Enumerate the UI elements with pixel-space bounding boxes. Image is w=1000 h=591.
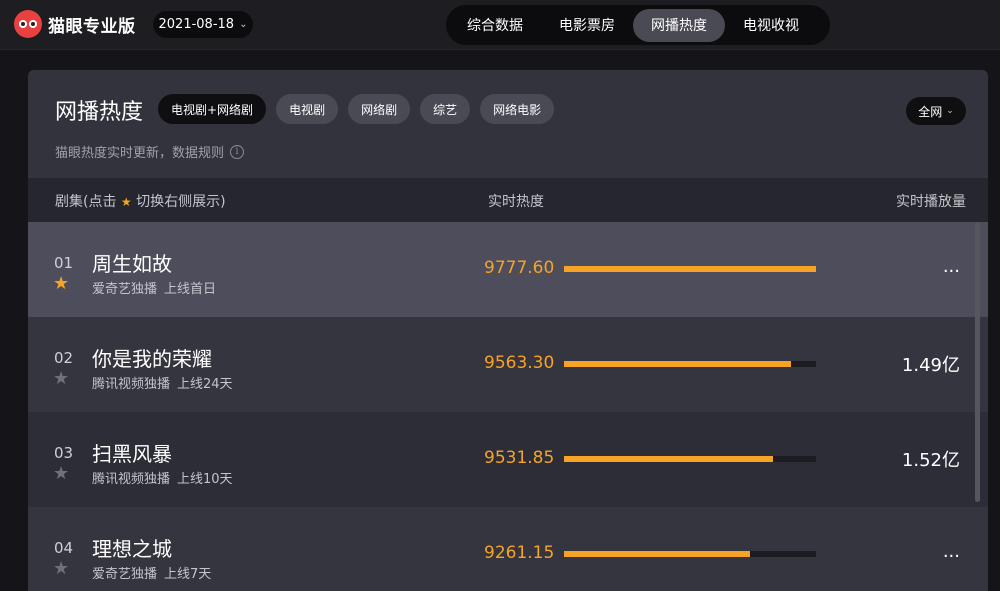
heat-bar-fill <box>564 266 816 272</box>
star-icon: ★ <box>120 195 132 209</box>
online-days: 上线24天 <box>177 377 233 392</box>
chip-tv-and-web-series[interactable]: 电视剧+网络剧 <box>158 94 267 124</box>
rank-number: 03 <box>54 444 74 462</box>
subtitle-text: 猫眼热度实时更新，数据规则 <box>55 146 225 161</box>
series-name: 扫黑风暴 <box>92 442 172 466</box>
web-heat-panel: 网播热度 电视剧+网络剧 电视剧 网络剧 综艺 网络电影 全网 ⌄ 猫眼热度实时… <box>28 70 988 591</box>
table-row[interactable]: 01 ★ 周生如故 爱奇艺独播 上线首日 9777.60 ... <box>28 222 988 317</box>
platform: 腾讯视频独播 <box>92 377 171 392</box>
series-meta: 腾讯视频独播 上线24天 <box>92 373 233 392</box>
play-count: ... <box>942 541 960 562</box>
page-title: 网播热度 <box>55 100 144 125</box>
heat-score: 9531.85 <box>484 448 555 468</box>
category-chips: 电视剧+网络剧 电视剧 网络剧 综艺 网络电影 <box>158 94 555 124</box>
heat-bar-fill <box>564 456 774 462</box>
heat-bar <box>564 361 816 367</box>
table-row[interactable]: 04 ★ 理想之城 爱奇艺独播 上线7天 9261.15 ... <box>28 507 988 591</box>
star-icon[interactable]: ★ <box>53 465 69 483</box>
heat-score: 9777.60 <box>484 258 555 278</box>
chip-web-series[interactable]: 网络剧 <box>348 94 411 124</box>
star-icon[interactable]: ★ <box>53 370 69 388</box>
panel-header: 网播热度 电视剧+网络剧 电视剧 网络剧 综艺 网络电影 全网 ⌄ 猫眼热度实时… <box>28 70 988 178</box>
column-header-plays: 实时播放量 <box>896 194 966 210</box>
tab-web-heat[interactable]: 网播热度 <box>633 8 725 42</box>
heat-bar <box>564 456 816 462</box>
rank-number: 02 <box>54 349 74 367</box>
platform: 腾讯视频独播 <box>92 472 171 487</box>
play-count: 1.49亿 <box>901 355 960 376</box>
tab-overall[interactable]: 综合数据 <box>449 9 541 42</box>
table-header: 剧集(点击 ★ 切换右侧展示) 实时热度 实时播放量 <box>28 178 988 222</box>
series-meta: 腾讯视频独播 上线10天 <box>92 468 233 487</box>
date-value: 2021-08-18 <box>158 17 235 32</box>
subtitle: 猫眼热度实时更新，数据规则 i <box>55 142 245 161</box>
tab-tv-ratings[interactable]: 电视收视 <box>725 9 817 42</box>
chevron-down-icon: ⌄ <box>239 19 248 30</box>
online-days: 上线首日 <box>164 282 217 297</box>
heat-bar-fill <box>564 361 791 367</box>
series-meta: 爱奇艺独播 上线7天 <box>92 563 211 582</box>
chip-variety[interactable]: 综艺 <box>420 94 471 124</box>
heat-score: 9261.15 <box>484 543 555 563</box>
play-count: 1.52亿 <box>901 450 960 471</box>
scrollbar[interactable] <box>975 222 980 502</box>
column-header-series-prefix: 剧集(点击 <box>55 194 117 210</box>
platform: 爱奇艺独播 <box>92 567 158 582</box>
chip-tv-series[interactable]: 电视剧 <box>276 94 339 124</box>
platform: 爱奇艺独播 <box>92 282 158 297</box>
column-header-series-suffix: 切换右侧展示) <box>136 194 226 210</box>
star-icon[interactable]: ★ <box>53 560 69 578</box>
logo-text: 猫眼专业版 <box>48 16 136 37</box>
series-name: 理想之城 <box>92 537 172 561</box>
series-meta: 爱奇艺独播 上线首日 <box>92 278 216 297</box>
tab-box-office[interactable]: 电影票房 <box>541 9 633 42</box>
scope-value: 全网 <box>918 104 943 119</box>
heat-bar-fill <box>564 551 751 557</box>
heat-score: 9563.30 <box>484 353 555 373</box>
ranking-list: 01 ★ 周生如故 爱奇艺独播 上线首日 9777.60 ... 02 ★ 你是我… <box>28 222 988 591</box>
chip-web-movies[interactable]: 网络电影 <box>480 94 555 124</box>
chevron-down-icon: ⌄ <box>946 106 954 116</box>
scope-selector[interactable]: 全网 ⌄ <box>906 97 966 125</box>
heat-bar <box>564 266 816 272</box>
table-row[interactable]: 02 ★ 你是我的荣耀 腾讯视频独播 上线24天 9563.30 1.49亿 <box>28 317 988 412</box>
star-icon[interactable]: ★ <box>53 275 69 293</box>
online-days: 上线7天 <box>164 567 212 582</box>
series-name: 周生如故 <box>92 252 172 276</box>
play-count: ... <box>942 256 960 277</box>
top-bar: 猫眼专业版 2021-08-18 ⌄ 综合数据 电影票房 网播热度 电视收视 <box>0 0 1000 50</box>
info-icon[interactable]: i <box>230 144 245 159</box>
logo[interactable]: 猫眼专业版 <box>14 9 136 39</box>
heat-bar <box>564 551 816 557</box>
column-header-series: 剧集(点击 ★ 切换右侧展示) <box>55 191 226 211</box>
rank-number: 04 <box>54 539 74 557</box>
rank-number: 01 <box>54 254 74 272</box>
online-days: 上线10天 <box>177 472 233 487</box>
main-nav-tabs: 综合数据 电影票房 网播热度 电视收视 <box>446 5 830 45</box>
maoyan-cat-icon <box>14 10 42 38</box>
table-row[interactable]: 03 ★ 扫黑风暴 腾讯视频独播 上线10天 9531.85 1.52亿 <box>28 412 988 507</box>
date-selector[interactable]: 2021-08-18 ⌄ <box>153 11 253 38</box>
series-name: 你是我的荣耀 <box>92 347 212 371</box>
column-header-heat: 实时热度 <box>488 194 544 210</box>
